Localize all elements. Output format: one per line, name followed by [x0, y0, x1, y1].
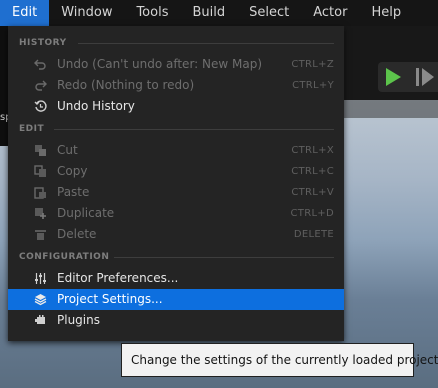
skip-forward-icon[interactable] — [416, 68, 438, 86]
play-icon[interactable] — [386, 68, 401, 86]
delete-icon — [35, 230, 46, 240]
menu-item-paste[interactable]: Paste CTRL+V — [8, 182, 344, 203]
copy-icon — [34, 165, 46, 177]
duplicate-icon — [35, 208, 46, 219]
paste-icon — [34, 187, 46, 199]
section-history: HISTORY — [8, 35, 344, 51]
redo-icon — [35, 80, 47, 91]
menu-item-delete[interactable]: Delete DELETE — [8, 224, 344, 245]
menu-item-copy[interactable]: Copy CTRL+C — [8, 161, 344, 182]
menu-item-plugins[interactable]: Plugins — [8, 310, 344, 331]
section-configuration: CONFIGURATION — [8, 249, 344, 265]
menu-item-undo[interactable]: Undo (Can't undo after: New Map) CTRL+Z — [8, 54, 344, 75]
edit-menu-dropdown: HISTORY Undo (Can't undo after: New Map)… — [8, 26, 344, 341]
menu-bar: Edit Window Tools Build Select Actor Hel… — [0, 0, 438, 26]
menu-tools[interactable]: Tools — [124, 0, 180, 26]
menu-item-redo[interactable]: Redo (Nothing to redo) CTRL+Y — [8, 75, 344, 96]
menu-help[interactable]: Help — [359, 0, 413, 26]
tooltip: Change the settings of the currently loa… — [121, 343, 438, 377]
menu-item-cut[interactable]: Cut CTRL+X — [8, 140, 344, 161]
menu-item-editor-preferences[interactable]: Editor Preferences... — [8, 268, 344, 289]
menu-item-duplicate[interactable]: Duplicate CTRL+D — [8, 203, 344, 224]
plugin-icon — [35, 315, 45, 324]
sliders-icon — [35, 273, 46, 284]
cut-icon — [35, 145, 46, 156]
menu-window[interactable]: Window — [49, 0, 124, 26]
section-edit: EDIT — [8, 121, 344, 137]
menu-actor[interactable]: Actor — [301, 0, 359, 26]
menu-edit[interactable]: Edit — [0, 0, 50, 26]
side-panel-edge — [0, 26, 8, 146]
menu-item-project-settings[interactable]: Project Settings... — [8, 289, 344, 310]
menu-select[interactable]: Select — [237, 0, 301, 26]
history-icon — [34, 100, 47, 112]
undo-icon — [34, 59, 46, 70]
menu-build[interactable]: Build — [180, 0, 237, 26]
side-panel-text: sp — [0, 112, 8, 123]
project-settings-icon — [34, 294, 47, 306]
menu-item-undo-history[interactable]: Undo History — [8, 96, 344, 117]
